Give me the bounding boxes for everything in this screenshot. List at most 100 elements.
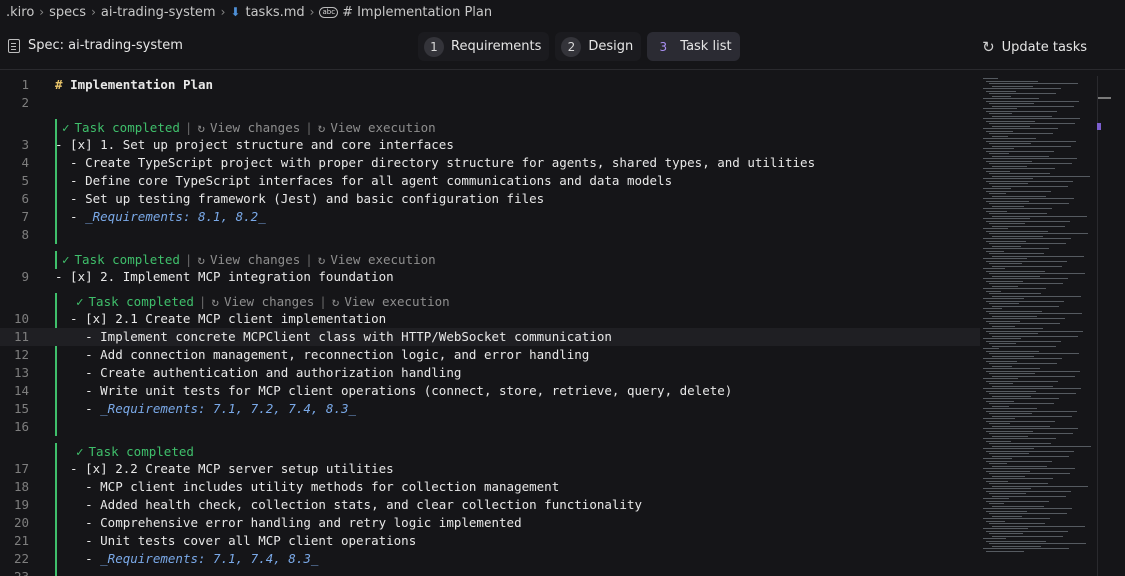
- code-line[interactable]: 15 - _Requirements: 7.1, 7.2, 7.4, 8.3_: [0, 400, 980, 418]
- code-line[interactable]: 6 - Set up testing framework (Jest) and …: [0, 190, 980, 208]
- step-requirements[interactable]: 1 Requirements: [418, 32, 550, 61]
- code-line[interactable]: 4 - Create TypeScript project with prope…: [0, 154, 980, 172]
- step-task-list[interactable]: 3 Task list: [647, 32, 740, 61]
- minimap-line: [992, 525, 1085, 527]
- line-text: - Write unit tests for MCP client operat…: [55, 383, 733, 398]
- check-icon: ✓: [76, 294, 84, 309]
- spec-title: Spec: ai-trading-system: [8, 38, 183, 53]
- view-changes-link[interactable]: ↻ View changes: [211, 293, 314, 311]
- code-line[interactable]: 1 # Implementation Plan: [0, 76, 980, 94]
- code-line[interactable]: 5 - Define core TypeScript interfaces fo…: [0, 172, 980, 190]
- breadcrumb-item-heading[interactable]: # Implementation Plan: [342, 5, 492, 20]
- minimap-line: [986, 440, 1011, 442]
- minimap-line: [986, 390, 1036, 392]
- minimap-line: [983, 318, 1065, 319]
- minimap-line: [992, 395, 1031, 397]
- code-line[interactable]: 14 - Write unit tests for MCP client ope…: [0, 382, 980, 400]
- code-line[interactable]: 23: [0, 568, 980, 576]
- minimap-line: [989, 373, 1035, 374]
- breadcrumb-item-ai-trading-system[interactable]: ai-trading-system: [101, 5, 216, 20]
- vertical-scrollbar[interactable]: [1097, 76, 1111, 576]
- code-line[interactable]: 19 - Added health check, collection stat…: [0, 496, 980, 514]
- minimap-line: [989, 283, 1063, 284]
- code-line[interactable]: 13 - Create authentication and authoriza…: [0, 364, 980, 382]
- minimap-line: [992, 325, 1015, 327]
- minimap-line: [983, 128, 1058, 129]
- minimap-line: [983, 188, 1011, 189]
- minimap-line: [983, 438, 1056, 439]
- minimap-line: [992, 315, 1037, 317]
- minimap-line: [983, 138, 1036, 139]
- minimap-line: [986, 220, 1070, 222]
- view-execution-link[interactable]: ↻ View execution: [318, 119, 436, 137]
- view-changes-link[interactable]: ↻ View changes: [197, 251, 300, 269]
- minimap-line: [989, 493, 1026, 494]
- code-line[interactable]: 10 - [x] 2.1 Create MCP client implement…: [0, 310, 980, 328]
- minimap-line: [983, 228, 1008, 229]
- line-number: 23: [0, 568, 29, 576]
- code-line[interactable]: 2: [0, 94, 980, 112]
- code-line[interactable]: 9 - [x] 2. Implement MCP integration foun…: [0, 268, 980, 286]
- minimap-line: [986, 160, 1032, 162]
- check-icon: ✓: [62, 120, 70, 135]
- minimap-line: [983, 428, 1078, 429]
- breadcrumb-item-tasks-md[interactable]: tasks.md: [245, 5, 304, 20]
- minimap-line: [992, 135, 1008, 137]
- code-line[interactable]: 20 - Comprehensive error handling and re…: [0, 514, 980, 532]
- step-design[interactable]: 2 Design: [555, 32, 642, 61]
- code-line[interactable]: 11 - Implement concrete MCPClient class …: [0, 328, 980, 346]
- minimap-line: [986, 150, 1054, 152]
- view-changes-link-label: View changes: [209, 252, 301, 267]
- line-number: 3: [21, 137, 29, 152]
- minimap-line: [989, 153, 1009, 154]
- minimap-line: [986, 510, 1027, 512]
- view-execution-link[interactable]: ↻ View execution: [332, 293, 450, 311]
- code-line[interactable]: 22 - _Requirements: 7.1, 7.4, 8.3_: [0, 550, 980, 568]
- code-line[interactable]: 3 - [x] 1. Set up project structure and c…: [0, 136, 980, 154]
- code-line[interactable]: 16: [0, 418, 980, 436]
- codelens-separator: |: [184, 252, 193, 267]
- code-line[interactable]: 7 - _Requirements: 8.1, 8.2_: [0, 208, 980, 226]
- line-number: 14: [13, 383, 29, 398]
- update-tasks-button[interactable]: ↻ Update tasks: [982, 38, 1087, 56]
- minimap-line: [983, 148, 1014, 149]
- minimap-line: [986, 180, 1073, 182]
- view-execution-link[interactable]: ↻ View execution: [318, 251, 436, 269]
- minimap-line: [992, 365, 1012, 367]
- minimap-line: [992, 355, 1034, 357]
- minimap-line: [989, 543, 1086, 544]
- minimap-line: [989, 403, 1054, 404]
- minimap-line: [986, 540, 1046, 542]
- breadcrumb-item-kiro[interactable]: .kiro: [6, 5, 34, 20]
- code-line[interactable]: 12 - Add connection management, reconnec…: [0, 346, 980, 364]
- minimap-line: [989, 253, 1044, 254]
- code-line[interactable]: 8: [0, 226, 980, 244]
- minimap-line: [989, 313, 1082, 314]
- minimap-line: [983, 98, 1039, 99]
- minimap[interactable]: [983, 76, 1098, 576]
- line-text: - _Requirements: 7.1, 7.4, 8.3_: [55, 551, 319, 566]
- task-completed-status: ✓ Task completed: [62, 119, 180, 137]
- line-number: 18: [13, 479, 29, 494]
- minimap-line: [986, 240, 1026, 242]
- history-icon: ↻: [197, 252, 205, 267]
- minimap-line: [986, 90, 1016, 92]
- minimap-line: [992, 345, 1056, 347]
- line-number: 9: [21, 269, 29, 284]
- breadcrumb-item-specs[interactable]: specs: [49, 5, 86, 20]
- line-text: - _Requirements: 7.1, 7.2, 7.4, 8.3_: [55, 401, 357, 416]
- code-editor[interactable]: ✓ Task completed | ↻ View changes | ↻ View exec…: [0, 76, 1125, 576]
- code-line[interactable]: 17 - [x] 2.2 Create MCP server setup uti…: [0, 460, 980, 478]
- minimap-line: [986, 100, 1079, 102]
- line-number: 17: [13, 461, 29, 476]
- minimap-line: [989, 143, 1031, 144]
- view-changes-link[interactable]: ↻ View changes: [197, 119, 300, 137]
- code-line[interactable]: 18 - MCP client includes utility methods…: [0, 478, 980, 496]
- code-line[interactable]: 21 - Unit tests cover all MCP client ope…: [0, 532, 980, 550]
- minimap-line: [992, 185, 1068, 187]
- line-text: - Unit tests cover all MCP client operat…: [55, 533, 417, 548]
- minimap-line: [983, 218, 1030, 219]
- minimap-line: [989, 133, 1053, 134]
- minimap-line: [983, 338, 1021, 339]
- task-codelens: ✓ Task completed | ↻ View changes | ↻ View exec…: [62, 119, 436, 137]
